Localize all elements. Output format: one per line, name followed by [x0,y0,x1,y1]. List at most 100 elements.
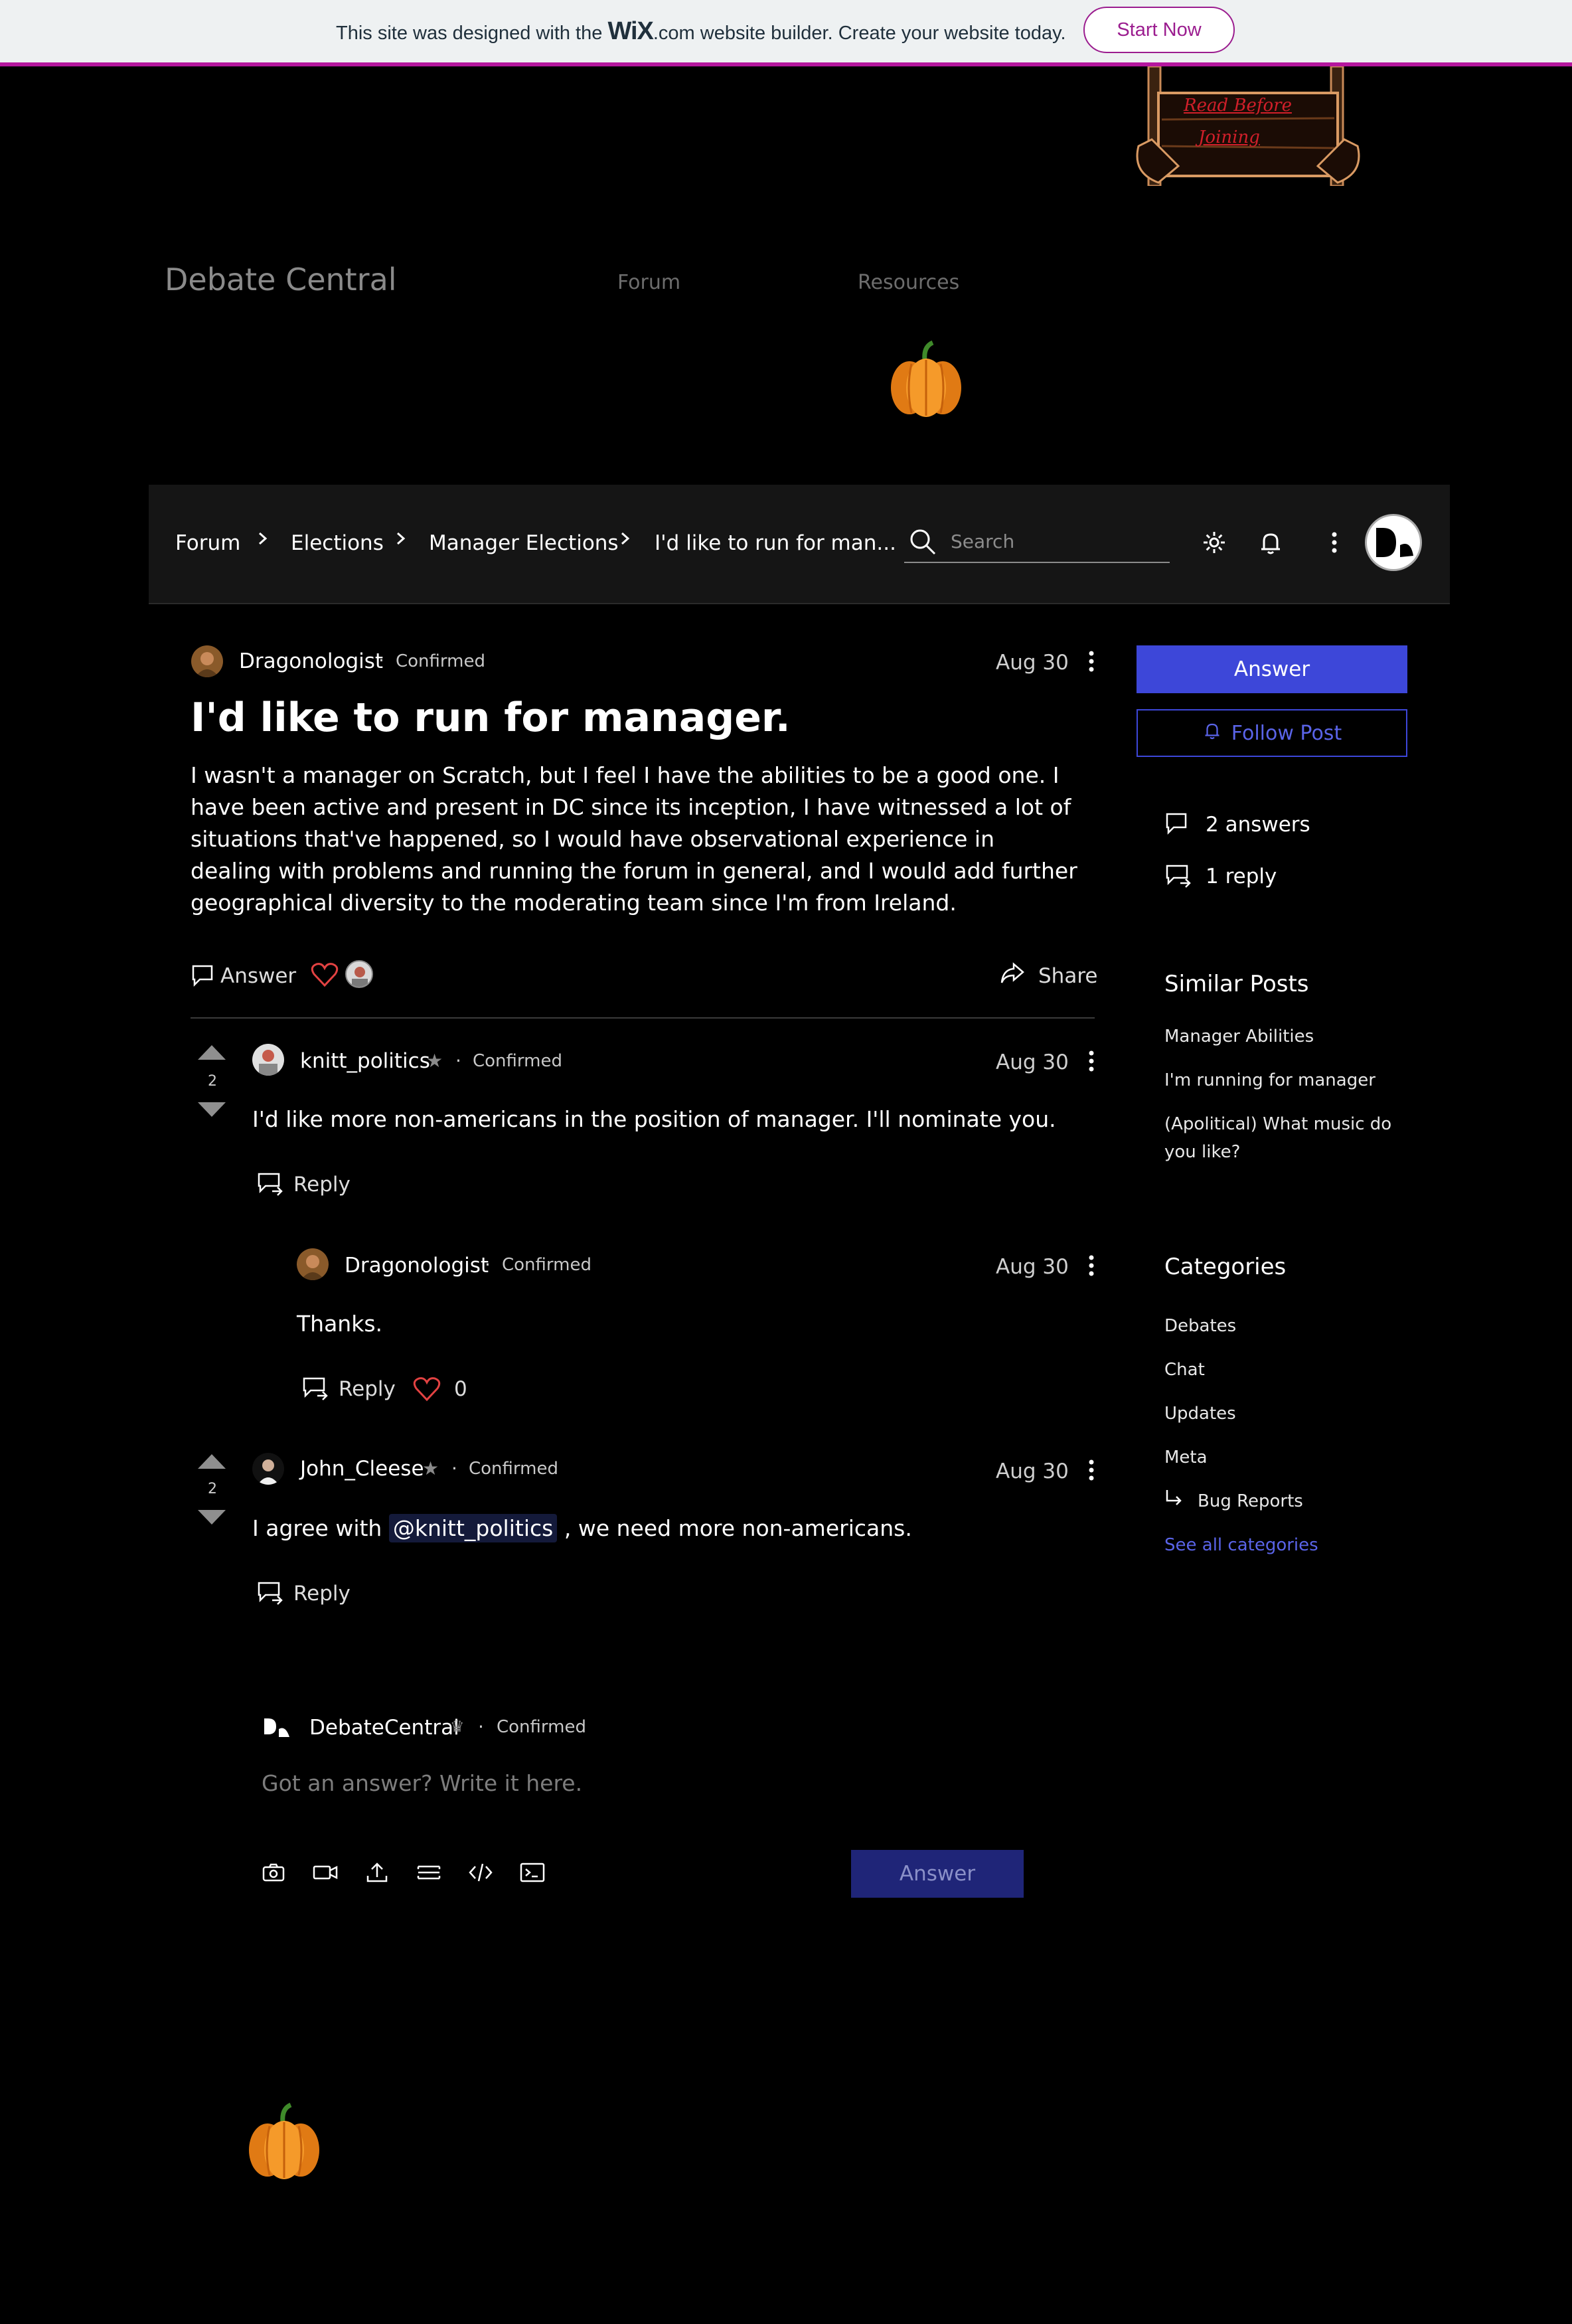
user-mention-link[interactable]: @knitt_politics [388,1514,558,1542]
reply-icon [301,1376,329,1404]
category-meta[interactable]: Meta [1164,1448,1208,1467]
banner-text-before: This site was designed with the [336,23,603,44]
banner-text-after: .com website builder. Create your websit… [653,23,1066,44]
answer-more-icon[interactable] [1075,1454,1107,1486]
crown-icon: ♛ [450,1717,465,1736]
breadcrumb-elections[interactable]: Elections [291,531,384,555]
subcategory-arrow-icon [1163,1487,1184,1511]
reply-icon [256,1171,284,1199]
start-now-button[interactable]: Start Now [1083,7,1235,53]
star-icon: ★ [426,1050,443,1072]
answer-author-avatar[interactable] [252,1044,284,1076]
downvote-icon[interactable] [196,1507,227,1530]
reply-button[interactable]: Reply [293,1173,351,1197]
sign-text-line1: Read Before [1184,96,1292,116]
reply-author[interactable]: Dragonologist [345,1254,489,1278]
categories-heading: Categories [1164,1254,1287,1280]
downvote-icon[interactable] [196,1100,227,1122]
read-before-joining-sign: Read Before Joining [1132,65,1364,187]
answer-date: Aug 30 [996,1050,1069,1074]
reply-button[interactable]: Reply [293,1582,351,1606]
nav-forum[interactable]: Forum [617,271,680,294]
answer-text-before: I agree with [252,1515,382,1541]
answer-author-status: Confirmed [473,1051,562,1071]
similar-post-link-cont[interactable]: you like? [1164,1142,1240,1162]
answer-author-status: Confirmed [469,1459,558,1479]
pumpkin-icon [886,340,966,420]
follow-post-button[interactable]: Follow Post [1137,709,1407,757]
chevron-right-icon [615,529,635,548]
search-box[interactable] [904,522,1170,563]
separator-dot: · [451,1457,457,1479]
vote-count: 2 [208,1481,217,1497]
separator-dot: · [478,1716,484,1738]
comment-icon [191,963,214,990]
answer-author-avatar[interactable] [252,1453,284,1485]
category-updates[interactable]: Updates [1164,1404,1236,1424]
site-title[interactable]: Debate Central [165,262,397,297]
share-button[interactable]: Share [1038,964,1097,988]
camera-icon[interactable] [258,1857,289,1888]
similar-posts-heading: Similar Posts [1164,971,1309,997]
answer-textarea[interactable]: Got an answer? Write it here. [262,1770,582,1796]
category-chat[interactable]: Chat [1164,1360,1205,1380]
post-date: Aug 30 [996,651,1069,675]
divider-insert-icon[interactable] [413,1857,445,1888]
chevron-right-icon [390,529,410,548]
answer-author[interactable]: John_Cleese [300,1457,424,1481]
post-more-icon[interactable] [1075,645,1107,677]
upvote-icon[interactable] [196,1042,227,1065]
post-body: I wasn't a manager on Scratch, but I fee… [191,762,1077,916]
breadcrumb-forum[interactable]: Forum [175,531,240,555]
submit-answer-button[interactable]: Answer [851,1850,1024,1898]
reply-date: Aug 30 [996,1255,1069,1279]
liker-avatar[interactable] [345,960,373,988]
see-all-categories-link[interactable]: See all categories [1164,1535,1318,1555]
bell-icon [1202,720,1222,746]
answer-text: I agree with @knitt_politics , we need m… [252,1513,912,1544]
sidebar-answer-button[interactable]: Answer [1137,645,1407,693]
answers-count: 2 answers [1206,813,1310,837]
similar-post-link[interactable]: I'm running for manager [1164,1070,1376,1090]
similar-post-link[interactable]: (Apolitical) What music do [1164,1114,1391,1134]
post-author[interactable]: Dragonologist [239,649,383,673]
upload-icon[interactable] [361,1857,393,1888]
reply-button[interactable]: Reply [339,1377,396,1401]
reply-more-icon[interactable] [1075,1250,1107,1282]
similar-post-link[interactable]: Manager Abilities [1164,1027,1314,1046]
answer-date: Aug 30 [996,1459,1069,1483]
video-icon[interactable] [309,1857,341,1888]
breadcrumb-current-post[interactable]: I'd like to run for man... [655,531,896,555]
reply-author-avatar[interactable] [297,1248,329,1280]
breadcrumb-manager-elections[interactable]: Manager Elections [429,531,619,555]
separator-dot: · [378,649,384,671]
separator-dot: · [455,1050,461,1072]
answer-text: I'd like more non-americans in the posit… [252,1106,1056,1132]
user-avatar[interactable] [1365,514,1422,571]
like-count: 0 [454,1377,467,1401]
post-title: I'd like to run for manager. [191,695,791,741]
answer-more-icon[interactable] [1075,1045,1107,1077]
code-icon[interactable] [465,1857,497,1888]
category-debates[interactable]: Debates [1164,1316,1236,1336]
star-icon: ★ [422,1457,439,1479]
like-heart-icon[interactable] [311,961,339,991]
upvote-icon[interactable] [196,1452,227,1474]
post-answer-button[interactable]: Answer [220,964,296,988]
sign-text-line2: Joining [1198,127,1260,147]
nav-resources[interactable]: Resources [858,271,959,294]
wix-banner-text: This site was designed with the WiX.com … [336,17,1066,46]
category-bug-reports[interactable]: Bug Reports [1198,1491,1303,1511]
code-block-icon[interactable] [516,1857,548,1888]
share-icon[interactable] [999,961,1026,988]
author-avatar[interactable] [191,645,223,677]
more-options-icon[interactable] [1318,527,1350,558]
settings-gear-icon[interactable] [1198,527,1230,558]
answer-author[interactable]: knitt_politics [300,1049,430,1073]
search-icon [908,527,937,559]
like-heart-icon[interactable] [413,1376,441,1405]
search-input[interactable] [949,527,1164,555]
divider [191,1017,1095,1019]
bell-icon[interactable] [1255,527,1287,558]
reply-icon [1164,863,1192,891]
